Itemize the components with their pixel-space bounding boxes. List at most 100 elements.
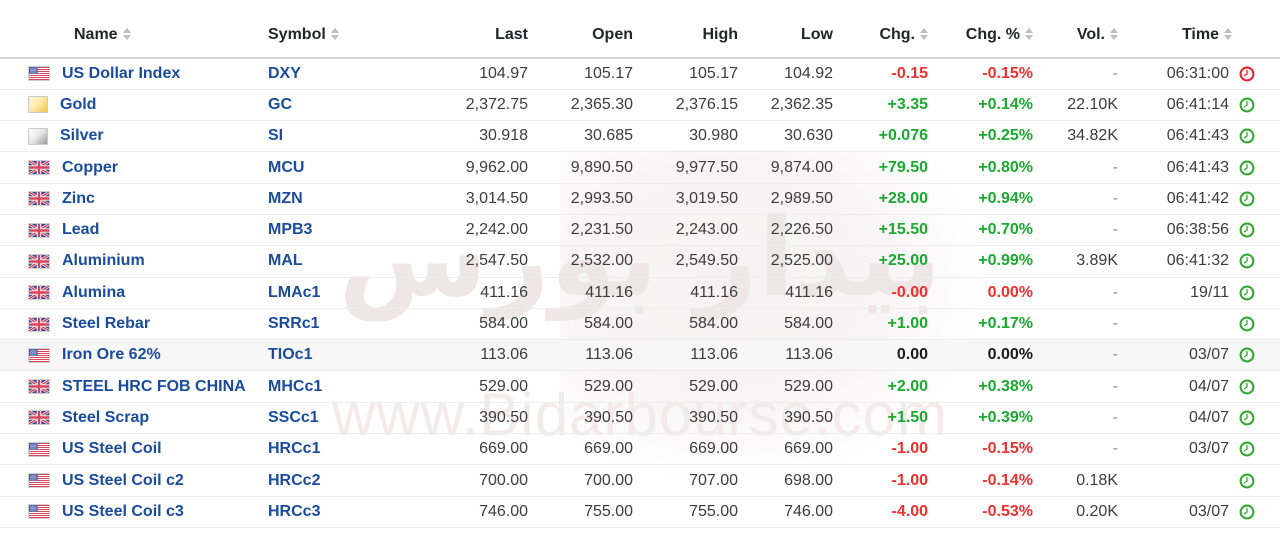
instrument-name-link[interactable]: Copper	[62, 159, 118, 177]
column-header-vol[interactable]: Vol.	[1033, 0, 1118, 58]
table-row[interactable]: US Steel Coil HRCc1 669.00 669.00 669.00 669.…	[0, 434, 1280, 465]
cell-last: 104.97	[479, 64, 528, 82]
table-row[interactable]: US Steel Coil c2 HRCc2 700.00 700.00 707.00 6…	[0, 465, 1280, 497]
instrument-symbol-link[interactable]: MCU	[268, 159, 304, 176]
table-row[interactable]: Alumina LMAc1 411.16 411.16 411.16 411.16 -0.0…	[0, 277, 1280, 309]
table-row[interactable]: US Dollar Index DXY 104.97 105.17 105.17 104.…	[0, 58, 1280, 90]
quotes-table-container: Name Symbol Last Open High Low Chg. Chg. % Vol. T…	[0, 0, 1280, 528]
instrument-name-link[interactable]: Iron Ore 62%	[62, 346, 161, 364]
instrument-name-link[interactable]: US Steel Coil c3	[62, 503, 184, 521]
cell-name: US Steel Coil	[0, 434, 268, 465]
cell-low: 113.06	[785, 346, 833, 364]
sort-toggle-icon[interactable]	[122, 28, 131, 40]
instrument-symbol-link[interactable]: SRRc1	[268, 315, 320, 332]
cell-name: Silver	[0, 121, 268, 152]
cell-time: 06:31:00	[1118, 58, 1280, 89]
instrument-symbol-link[interactable]: MPB3	[268, 221, 312, 238]
instrument-name-link[interactable]: Lead	[62, 221, 99, 239]
instrument-symbol-link[interactable]: HRCc1	[268, 440, 320, 457]
instrument-name-link[interactable]: STEEL HRC FOB CHINA	[62, 378, 246, 396]
cell-high: 105.17	[689, 64, 738, 82]
cell-high: 755.00	[689, 502, 738, 520]
instrument-name-link[interactable]: Aluminium	[62, 252, 145, 270]
sort-toggle-icon[interactable]	[1025, 28, 1033, 40]
cell-name: Alumina	[0, 277, 268, 308]
cell-low: 698.00	[784, 471, 833, 489]
time-label: 06:41:43	[1166, 127, 1229, 145]
sort-toggle-icon[interactable]	[330, 28, 339, 40]
cell-symbol: SI	[268, 121, 428, 152]
cell-last: 669.00	[479, 440, 528, 458]
cell-high: 9,977.50	[675, 158, 738, 176]
table-row[interactable]: Silver SI 30.918 30.685 30.980 30.630 +0.076 +0…	[0, 121, 1280, 152]
column-header-chgpct[interactable]: Chg. %	[928, 0, 1033, 58]
instrument-symbol-link[interactable]: LMAc1	[268, 284, 320, 301]
table-row[interactable]: Gold GC 2,372.75 2,365.30 2,376.15 2,362.35 +3…	[0, 89, 1280, 121]
cell-name: Iron Ore 62%	[0, 340, 268, 371]
cell-symbol: MHCc1	[268, 371, 428, 402]
cell-symbol: HRCc2	[268, 465, 428, 496]
cell-name: Gold	[0, 89, 268, 120]
column-header-name[interactable]: Name	[0, 0, 268, 58]
cell-time: 06:38:56	[1118, 214, 1280, 245]
column-header-time[interactable]: Time	[1118, 0, 1280, 58]
cell-last: 2,242.00	[465, 221, 528, 239]
instrument-symbol-link[interactable]: HRCc2	[268, 472, 320, 489]
cell-symbol: MCU	[268, 152, 428, 183]
cell-high: 2,549.50	[675, 252, 738, 270]
instrument-name-link[interactable]: Gold	[60, 96, 96, 114]
flag-uk-icon	[28, 316, 50, 332]
cell-low: 529.00	[784, 377, 833, 395]
instrument-name-link[interactable]: US Dollar Index	[62, 65, 180, 83]
cell-last: 746.00	[479, 502, 528, 520]
column-header-symbol[interactable]: Symbol	[268, 0, 428, 58]
cell-last: 584.00	[479, 315, 528, 333]
table-row[interactable]: Lead MPB3 2,242.00 2,231.50 2,243.00 2,226.50…	[0, 214, 1280, 246]
cell-name: STEEL HRC FOB CHINA	[0, 371, 268, 402]
flag-uk-icon	[28, 253, 50, 269]
instrument-name-link[interactable]: Zinc	[62, 190, 95, 208]
time-label: 03/07	[1188, 502, 1229, 520]
instrument-symbol-link[interactable]: TIOc1	[268, 346, 312, 363]
instrument-name-link[interactable]: Steel Rebar	[62, 315, 150, 333]
cell-low: 2,525.00	[770, 252, 833, 270]
instrument-symbol-link[interactable]: GC	[268, 96, 292, 113]
column-header-chg[interactable]: Chg.	[833, 0, 928, 58]
cell-change-percent: +0.17%	[978, 315, 1033, 333]
cell-change: -1.00	[891, 440, 928, 458]
table-row[interactable]: Copper MCU 9,962.00 9,890.50 9,977.50 9,874.0…	[0, 152, 1280, 184]
column-header-label: Time	[1181, 26, 1219, 43]
table-row[interactable]: Aluminium MAL 2,547.50 2,532.00 2,549.50 2,52…	[0, 246, 1280, 278]
instrument-name-link[interactable]: US Steel Coil c2	[62, 472, 184, 490]
cell-name: US Steel Coil c3	[0, 496, 268, 527]
table-row[interactable]: STEEL HRC FOB CHINA MHCc1 529.00 529.00 529.…	[0, 371, 1280, 403]
cell-name: Steel Scrap	[0, 402, 268, 433]
flag-us-icon	[28, 473, 50, 488]
time-label: 06:31:00	[1166, 64, 1229, 82]
sort-toggle-icon[interactable]	[1110, 28, 1118, 40]
cell-high: 3,019.50	[675, 189, 738, 207]
sort-toggle-icon[interactable]	[920, 28, 928, 40]
table-row[interactable]: Steel Scrap SSCc1 390.50 390.50 390.50 390.50…	[0, 402, 1280, 434]
table-header-row: Name Symbol Last Open High Low Chg. Chg. % Vol. T…	[0, 0, 1280, 58]
instrument-symbol-link[interactable]: DXY	[268, 65, 301, 82]
table-row[interactable]: Steel Rebar SRRc1 584.00 584.00 584.00 584.00…	[0, 308, 1280, 340]
instrument-symbol-link[interactable]: MAL	[268, 252, 303, 269]
instrument-name-link[interactable]: Steel Scrap	[62, 409, 149, 427]
cell-open: 390.50	[584, 408, 633, 426]
instrument-symbol-link[interactable]: HRCc3	[268, 503, 320, 520]
cell-name: US Dollar Index	[0, 58, 268, 89]
instrument-symbol-link[interactable]: SI	[268, 127, 283, 144]
table-row[interactable]: Iron Ore 62% TIOc1 113.06 113.06 113.06 113.0…	[0, 339, 1280, 371]
instrument-symbol-link[interactable]: MZN	[268, 190, 303, 207]
table-row[interactable]: US Steel Coil c3 HRCc3 746.00 755.00 755.00 7…	[0, 496, 1280, 528]
cell-low: 669.00	[784, 440, 833, 458]
instrument-name-link[interactable]: Silver	[60, 127, 104, 145]
sort-toggle-icon[interactable]	[1224, 28, 1232, 40]
clock-green-icon	[1239, 285, 1255, 301]
instrument-symbol-link[interactable]: MHCc1	[268, 378, 322, 395]
table-row[interactable]: Zinc MZN 3,014.50 2,993.50 3,019.50 2,989.50 +…	[0, 183, 1280, 215]
instrument-symbol-link[interactable]: SSCc1	[268, 409, 319, 426]
instrument-name-link[interactable]: Alumina	[62, 284, 125, 302]
instrument-name-link[interactable]: US Steel Coil	[62, 440, 162, 458]
